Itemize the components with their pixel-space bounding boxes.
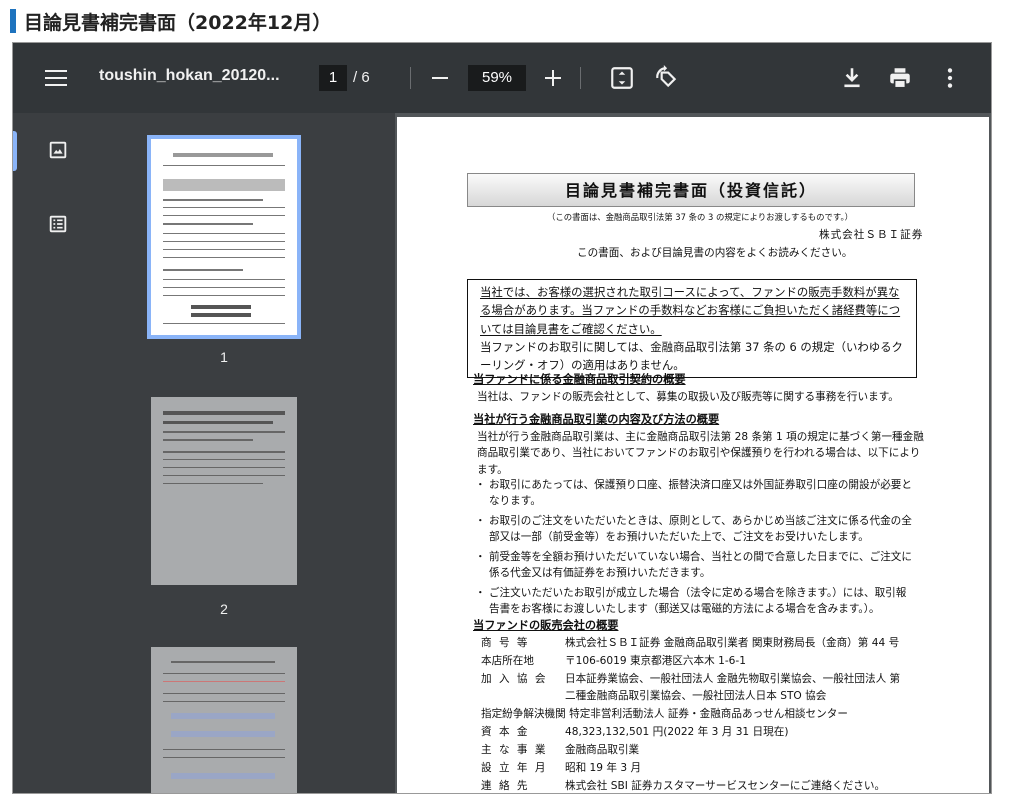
fit-page-icon[interactable] [609,65,635,91]
thumbnail-label-2: 2 [220,601,228,617]
bullet-item: ・ お取引にあたっては、保護預り口座、振替決済口座又は外国証券取引口座の開設が必… [475,479,912,508]
zoom-out-icon[interactable] [432,77,448,79]
bullet-item: ・ お取引のご注文をいただいたときは、原則として、あらかじめ当該ご注文に係る代金… [475,515,912,544]
print-icon[interactable] [887,65,913,91]
company-name: 株式会社ＳＢＩ証券 [819,229,924,241]
download-icon[interactable] [839,65,865,91]
file-name: toushin_hokan_20120... [99,67,280,84]
table-row: 商 号 等株式会社ＳＢＩ証券 金融商品取引業者 関東財務局長（金商）第 44 号 [481,637,900,649]
active-view-indicator [13,131,17,171]
table-row: 加 入 協 会日本証券業協会、一般社団法人 金融先物取引業協会、一般社団法人 第… [481,672,901,702]
table-row: 指定紛争解決機関 特定非営利活動法人 証券・金融商品あっせん相談センター [481,707,848,720]
bullet-item: ・ 前受金等を全額お預けいただいていない場合、当社との間で合意した日までに、ご注… [475,551,912,580]
document-subtitle: （この書面は、金融商品取引法第 37 条の 3 の規定によりお渡しするものです。… [547,212,854,222]
section-title-business: 当社が行う金融商品取引業の内容及び方法の概要 [473,413,720,426]
toolbar-divider [410,67,411,89]
zoom-in-icon[interactable] [544,65,562,91]
heading-accent-bar [10,9,16,33]
page-thumbnail-1[interactable] [147,135,301,339]
pdf-viewer: toushin_hokan_20120... 1 / 6 59% 1 2 目論見… [12,42,992,794]
pdf-page-1: 目論見書補完書面（投資信託） （この書面は、金融商品取引法第 37 条の 3 の… [397,117,989,793]
table-row: 資 本 金 48,323,132,501 円(2022 年 3 月 31 日現在) [481,725,789,738]
outline-view-icon[interactable] [47,213,69,235]
table-row: 主 な 事 業金融商品取引業 [481,743,640,756]
toolbar-divider [580,67,581,89]
page-thumbnail-2[interactable] [151,397,297,585]
table-row: 設 立 年 月昭和 19 年 3 月 [481,761,642,774]
notice-underlined-text: 当社では、お客様の選択された取引コースによって、ファンドの販売手数料が異なる場合… [480,285,901,336]
section-title-distributor: 当ファンドの販売会社の概要 [473,619,619,632]
table-row: 連 絡 先株式会社 SBI 証券カスタマーサービスセンターにご連絡ください。 [481,779,886,792]
section-body-contract: 当社は、ファンドの販売会社として、募集の取扱い及び販売等に関する事務を行います。 [477,391,899,403]
thumbnail-view-icon[interactable] [47,139,69,161]
pdf-toolbar: toushin_hokan_20120... 1 / 6 59% [13,43,991,113]
bullet-item: ・ ご注文いただいたお取引が成立した場合（法令に定める場合を除きます。）には、取… [475,587,907,616]
zoom-level-input[interactable]: 59% [468,65,526,91]
document-title: 目論見書補完書面（投資信託） [467,173,915,207]
thumbnail-sidebar: 1 2 [13,113,395,793]
notice-box: 当社では、お客様の選択された取引コースによって、ファンドの販売手数料が異なる場合… [467,279,917,379]
menu-icon[interactable] [45,67,67,87]
section-body-business: 当社が行う金融商品取引業は、主に金融商品取引法第 28 条第 1 項の規定に基づ… [477,431,924,476]
thumbnail-label-1: 1 [220,349,228,365]
page-thumbnail-3[interactable] [151,647,297,793]
page-title: 目論見書補完書面（2022年12月） [24,11,332,34]
rotate-icon[interactable] [653,65,679,91]
table-row: 本店所在地 〒106-6019 東京都港区六本木 1-6-1 [481,654,746,667]
more-icon[interactable] [937,65,963,91]
page-number-input[interactable]: 1 [319,65,347,91]
page-total: / 6 [353,69,370,86]
company-info-table: 商 号 等株式会社ＳＢＩ証券 金融商品取引業者 関東財務局長（金商）第 44 号… [481,635,905,793]
document-intro: この書面、および目論見書の内容をよくお読みください。 [577,247,853,259]
section-title-contract: 当ファンドに係る金融商品取引契約の概要 [473,373,686,386]
notice-plain-text: 当ファンドのお取引に関しては、金融商品取引法第 37 条の 6 の規定（いわゆる… [480,339,903,372]
page-heading: 目論見書補完書面（2022年12月） [10,4,331,38]
